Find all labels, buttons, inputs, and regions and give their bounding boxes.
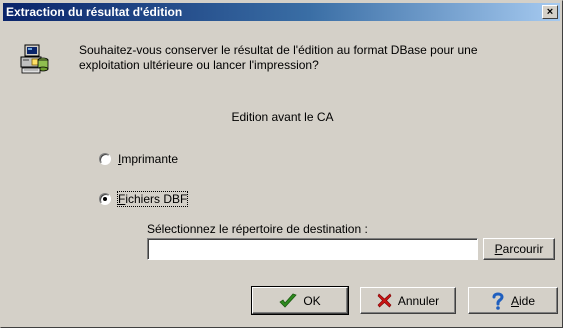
close-icon: × <box>546 6 554 18</box>
title-bar[interactable]: Extraction du résultat d'édition × <box>3 3 560 21</box>
radio-printer-label[interactable]: Imprimante <box>118 152 178 166</box>
report-subtitle: Edition avant le CA <box>231 110 334 124</box>
close-button[interactable]: × <box>542 5 558 19</box>
checkmark-icon <box>279 293 298 308</box>
radio-dbf-files[interactable]: Fichiers DBF <box>99 191 189 207</box>
computer-database-icon <box>20 44 49 74</box>
cancel-button[interactable]: Annuler <box>360 287 456 314</box>
destination-label: Sélectionnez le répertoire de destinatio… <box>147 222 368 236</box>
x-icon <box>377 293 392 308</box>
browse-button[interactable]: Parcourir <box>483 238 555 260</box>
dialog-window: Extraction du résultat d'édition × Souha… <box>0 0 563 328</box>
help-label: Aide <box>510 293 536 308</box>
window-title: Extraction du résultat d'édition <box>6 5 183 19</box>
radio-dbf-label[interactable]: Fichiers DBF <box>116 191 189 207</box>
ok-button[interactable]: OK <box>251 286 349 315</box>
radio-printer[interactable]: Imprimante <box>99 151 178 167</box>
radio-printer-circle[interactable] <box>99 153 111 165</box>
prompt-message: Souhaitez-vous conserver le résultat de … <box>79 43 478 72</box>
destination-path-input[interactable] <box>147 238 478 260</box>
radio-dbf-circle[interactable] <box>99 193 111 205</box>
ok-label: OK <box>303 293 321 308</box>
cancel-label: Annuler <box>397 293 440 308</box>
question-mark-icon <box>492 292 504 310</box>
help-button[interactable]: Aide <box>468 287 558 314</box>
